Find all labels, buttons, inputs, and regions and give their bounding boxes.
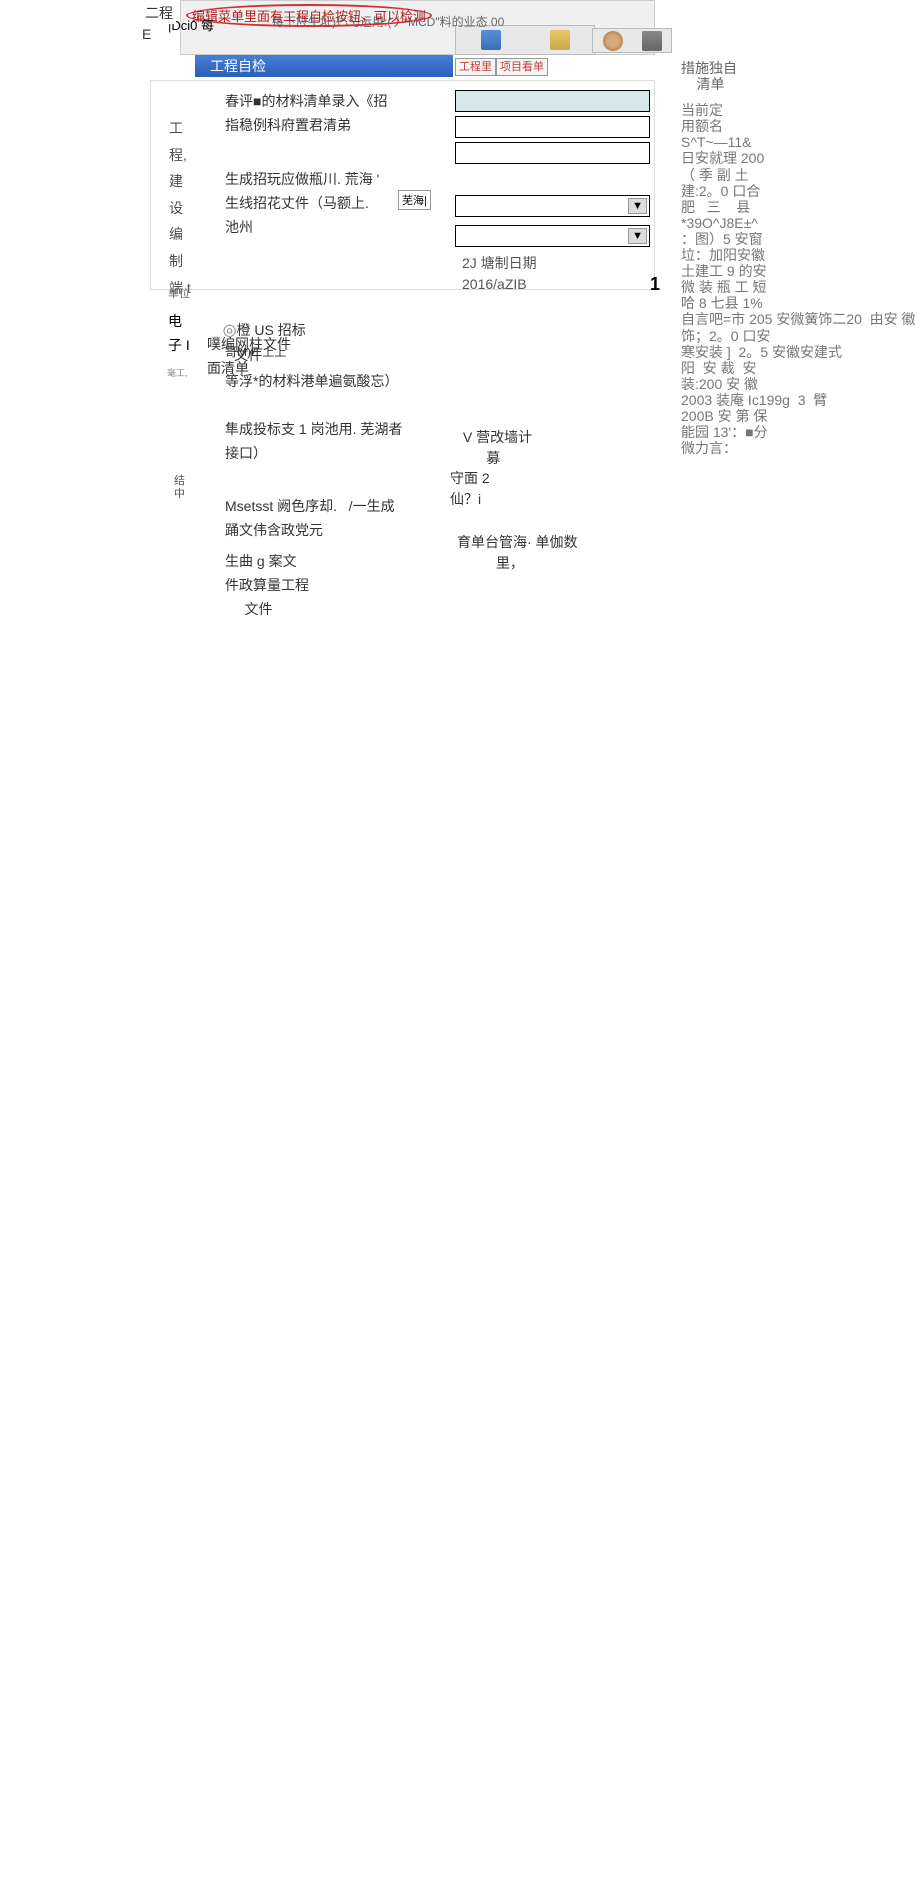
- left-col-1: 工 程, 建 设 编 制 端 t: [169, 115, 191, 301]
- right-col-header: 措施独自 清单: [681, 60, 766, 92]
- left-unit-label: 单位: [168, 285, 190, 301]
- corner-label-2: E: [142, 26, 151, 42]
- big-number-1: 1: [650, 274, 660, 295]
- right-col-body: 当前定 用额名 S^T~—11& 日安就理 200 （ 季 副 土 建:2。0 …: [681, 102, 766, 456]
- tab-row: 工程里项目看单: [455, 58, 548, 74]
- menu-item-selfcheck[interactable]: 工程自检: [195, 55, 453, 77]
- input-field-1[interactable]: [455, 90, 650, 112]
- small-label: 芜海|: [398, 190, 431, 210]
- left-col-4: 结 中: [174, 475, 185, 501]
- mid-text-6: 隼成投标支 1 岗池用. 芜湖者 接口）: [225, 418, 402, 466]
- folder-icon[interactable]: [550, 30, 570, 50]
- gear-icon[interactable]: [603, 31, 623, 51]
- select-2[interactable]: [455, 225, 650, 247]
- tab-2[interactable]: 项目看单: [496, 58, 548, 76]
- mid-text-8: 生曲 g 案文 件政算量工程 文件: [225, 550, 309, 621]
- date-label: 2J 塘制日期 2016/aZIB: [462, 253, 537, 295]
- right-column: 措施独自 清单 当前定 用额名 S^T~—11& 日安就理 200 （ 季 副 …: [681, 60, 766, 456]
- left-col-3: 毫工,: [167, 366, 188, 379]
- mid-text-2: 生成招玩应做瓶川. 荒海 ' 生线招花丈件（马额上. 池州: [225, 168, 379, 239]
- tab-1[interactable]: 工程里: [455, 58, 496, 76]
- right-mid-2: V 营改墙计 募: [459, 427, 532, 469]
- top-annotation: 编辑菜单里面有工程自检按钮，可以检测: [186, 4, 432, 27]
- mid-text-4b: 哥M)E 上上: [225, 342, 286, 362]
- mid-text-1: 春评■的材料清单录入《招 指稳例科府置君清弟: [225, 90, 387, 138]
- input-field-3[interactable]: [455, 142, 650, 164]
- toolbar-icons-2: [592, 28, 672, 53]
- corner-label: 二程: [142, 2, 176, 24]
- select-1[interactable]: [455, 195, 650, 217]
- right-mid-4: 育单台管海· 单伽数 里，: [457, 532, 578, 574]
- save-icon[interactable]: [481, 30, 501, 50]
- left-col-2: 电 子 I: [168, 310, 190, 358]
- mid-text-7: Msetsst 阙色序却. /一生成 踊文伟含政党元: [225, 495, 395, 543]
- input-field-2[interactable]: [455, 116, 650, 138]
- mid-text-5: 等浮*的材料港单遍氨酸忘）: [225, 370, 398, 394]
- right-mid-3: 守面 2 仙？i: [450, 468, 490, 510]
- print-icon[interactable]: [642, 31, 662, 51]
